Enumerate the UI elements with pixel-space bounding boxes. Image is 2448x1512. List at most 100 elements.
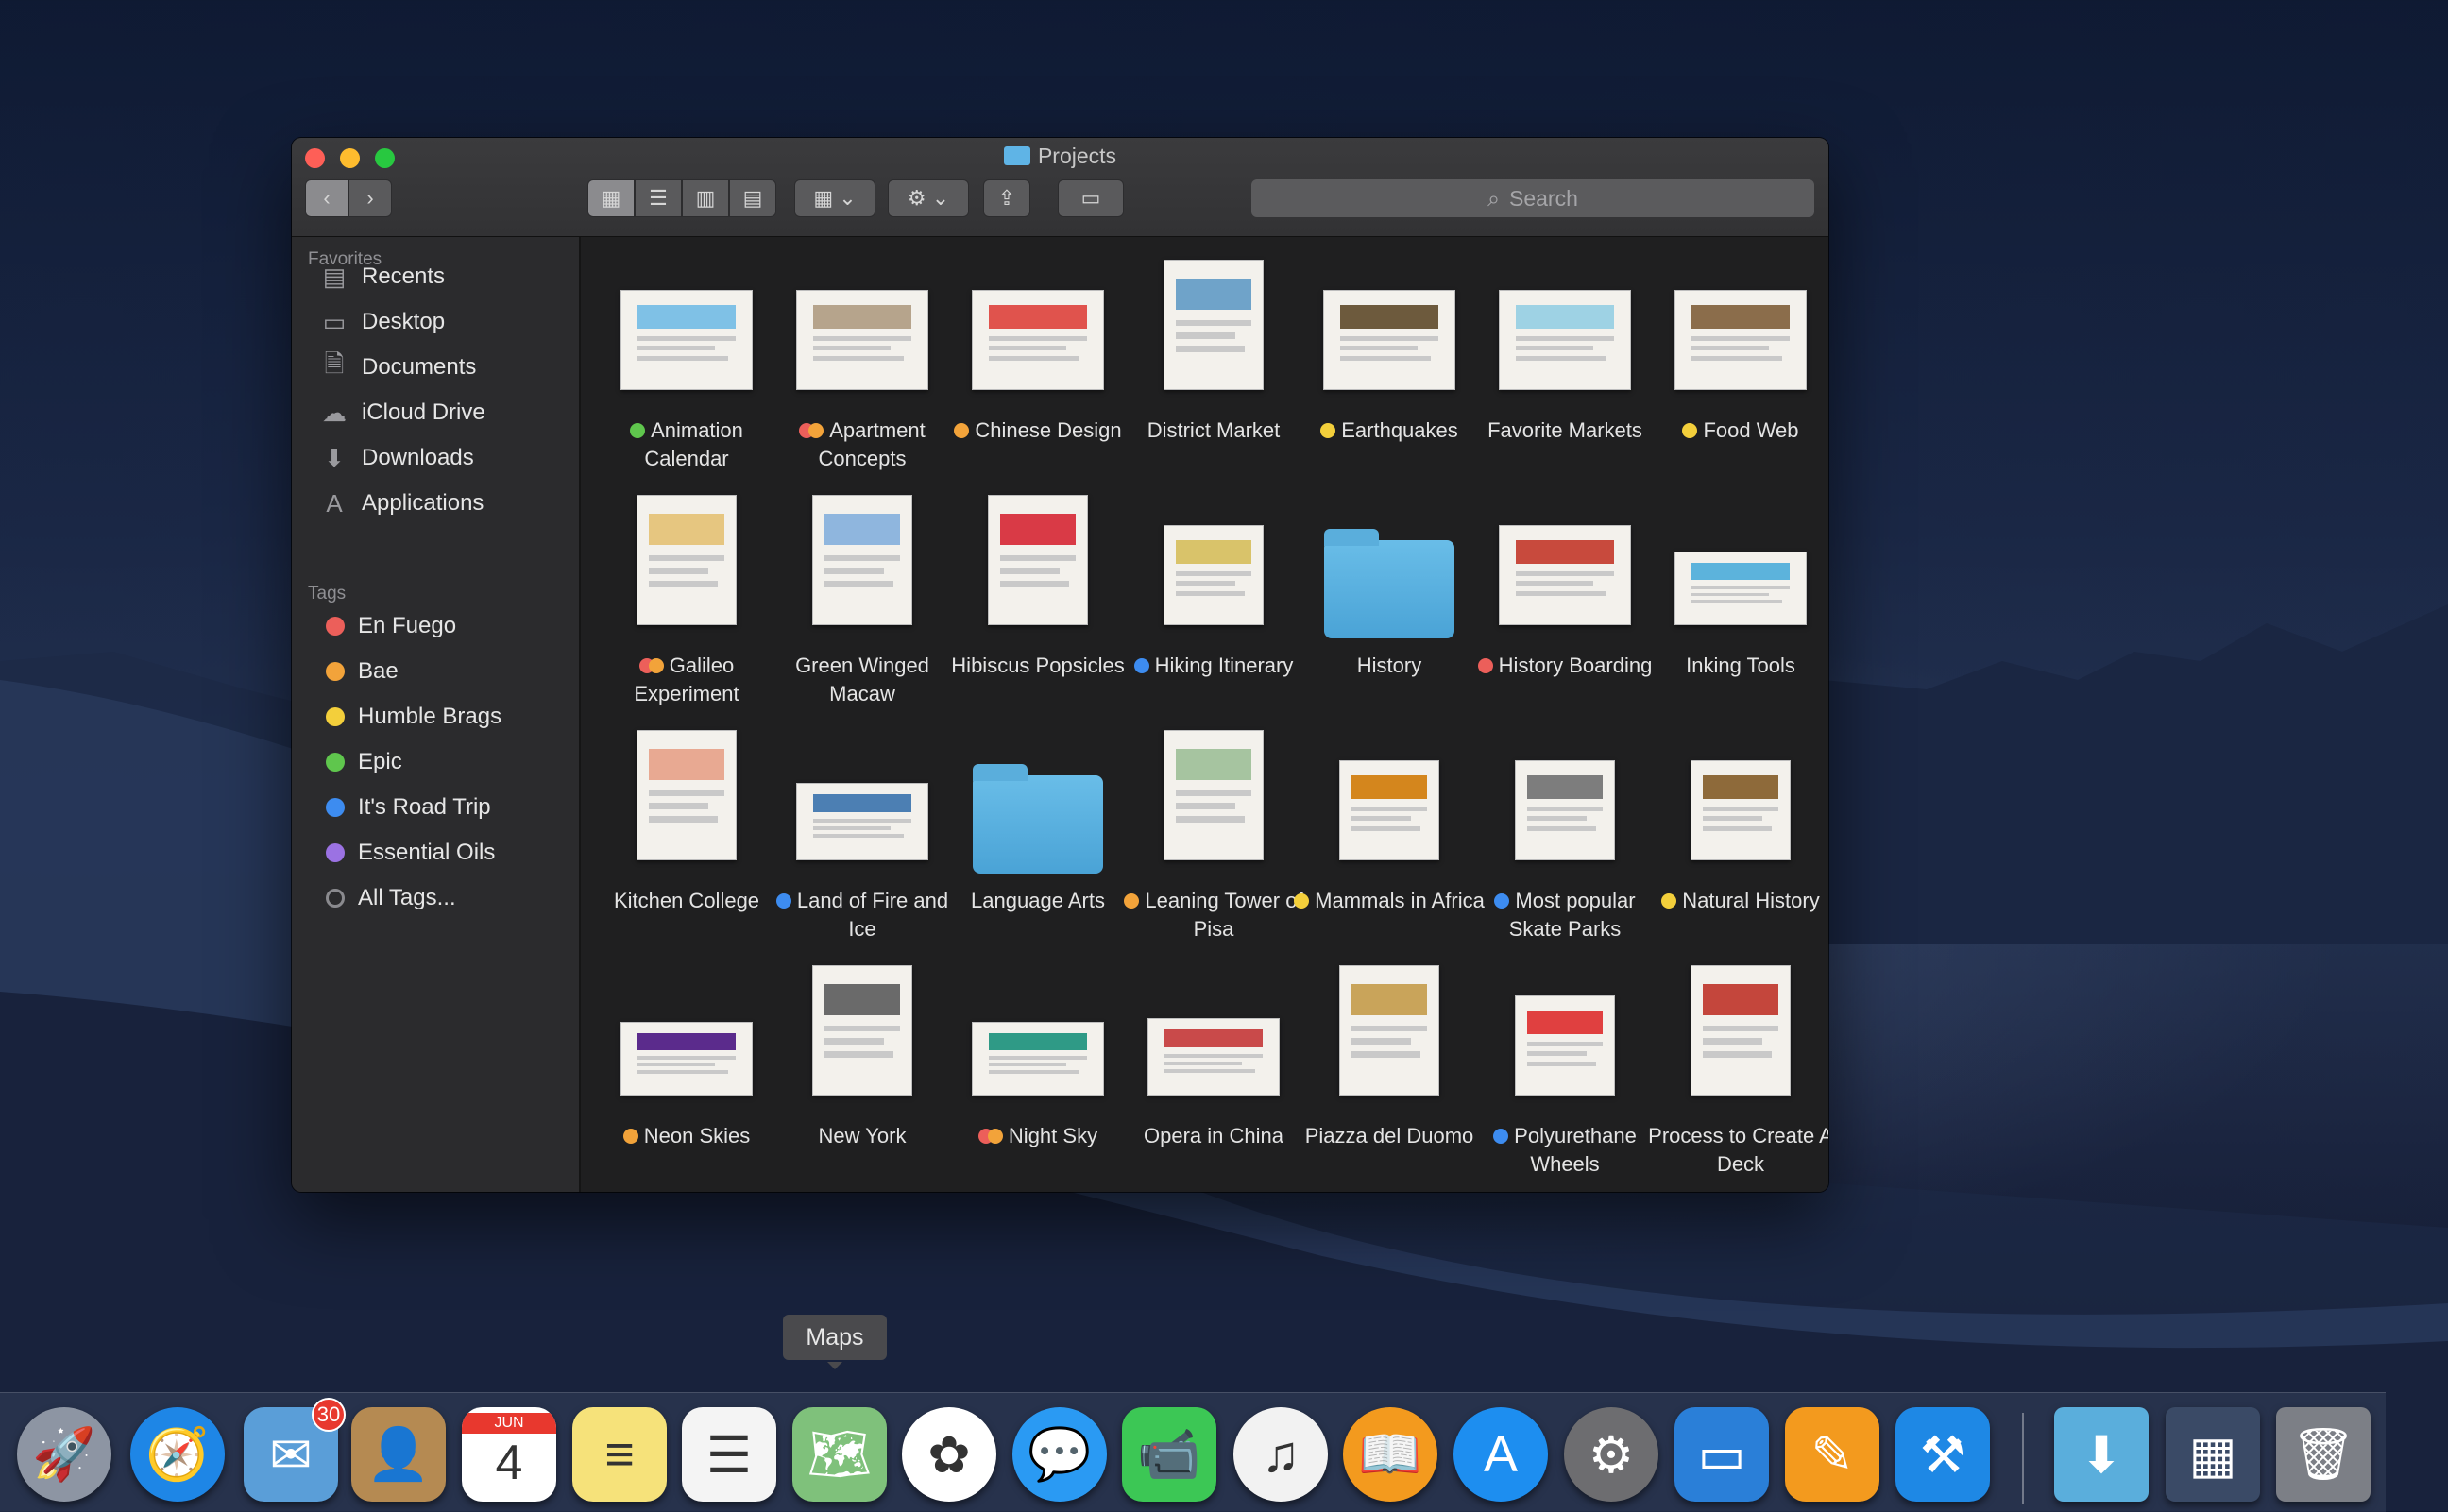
file-item[interactable]: District Market <box>1126 250 1301 477</box>
document-thumbnail-icon <box>1499 290 1631 390</box>
column-view-button[interactable]: ▥ <box>682 179 729 217</box>
gallery-view-button[interactable]: ▤ <box>729 179 776 217</box>
file-item[interactable]: Leaning Tower of Pisa <box>1124 721 1303 947</box>
sidebar-tag-bae[interactable]: Bae <box>326 653 399 690</box>
file-item[interactable]: Green Winged Macaw <box>774 485 950 712</box>
sidebar-tag-epic[interactable]: Epic <box>326 743 402 781</box>
group-by-button[interactable]: ▦ ⌄ <box>794 179 876 217</box>
search-field[interactable]: ⌕ Search <box>1251 179 1814 217</box>
dock-app-trash[interactable]: 🗑 <box>2276 1407 2371 1502</box>
file-item[interactable]: Polyurethane Wheels <box>1477 956 1653 1182</box>
file-item[interactable]: Inking Tools <box>1653 485 1828 712</box>
file-item[interactable]: Apartment Concepts <box>774 250 950 477</box>
file-item[interactable]: Opera in China <box>1126 956 1301 1182</box>
dock-app-photos[interactable]: ✿ <box>902 1407 996 1502</box>
file-item[interactable]: Land of Fire and Ice <box>774 721 950 947</box>
file-item[interactable]: Kitchen College <box>599 721 774 947</box>
dock-app-safari[interactable]: 🧭 <box>130 1407 225 1502</box>
window-title: Projects <box>292 144 1828 169</box>
sidebar-item-icloud-drive[interactable]: ☁ iCloud Drive <box>320 394 485 432</box>
thumbnail-block <box>1703 816 1762 822</box>
thumbnail-block <box>1515 539 1615 564</box>
sidebar-item-label: Desktop <box>362 309 446 334</box>
dock-app-ibooks[interactable]: 📖 <box>1343 1407 1437 1502</box>
file-name-label: Green Winged Macaw <box>763 652 961 708</box>
gear-icon: ⚙ ⌄ <box>907 186 950 210</box>
sidebar-item-recents[interactable]: ▤ Recents <box>320 258 445 296</box>
file-item[interactable]: Process to Create A Deck <box>1648 956 1828 1182</box>
dock-app-calendar[interactable]: 4 JUN <box>462 1407 556 1502</box>
sidebar-item-applications[interactable]: A Applications <box>320 484 484 522</box>
dock-app-keynote[interactable]: ▭ <box>1674 1407 1769 1502</box>
file-item[interactable]: Most popular Skate Parks <box>1477 721 1653 947</box>
dock-app-facetime[interactable]: 📹 <box>1122 1407 1216 1502</box>
dock-app-pages[interactable]: ✎ <box>1785 1407 1879 1502</box>
file-item[interactable]: History Boarding <box>1477 485 1653 712</box>
applications-icon: A <box>326 488 343 518</box>
thumbnail-block <box>1527 806 1603 812</box>
folder-item[interactable]: Language Arts <box>950 721 1126 947</box>
icon-view-button[interactable]: ▦ <box>587 179 635 217</box>
thumbnail-block <box>1176 319 1251 327</box>
dock-app-launchpad[interactable]: 🚀 <box>17 1407 111 1502</box>
thumbnail-block <box>988 346 1067 351</box>
file-item[interactable]: New York <box>774 956 950 1182</box>
document-thumbnail-icon <box>1339 965 1439 1096</box>
dock-app-system-preferences[interactable]: ⚙ <box>1564 1407 1658 1502</box>
dock-app-itunes[interactable]: ♫ <box>1233 1407 1328 1502</box>
file-tag-dot <box>1320 423 1336 438</box>
dock-app-messages[interactable]: 💬 <box>1012 1407 1107 1502</box>
sidebar-tag-en-fuego[interactable]: En Fuego <box>326 607 456 645</box>
back-button[interactable]: ‹ <box>305 179 348 217</box>
sidebar-item-downloads[interactable]: ⬇ Downloads <box>320 439 474 477</box>
file-item[interactable]: Piazza del Duomo <box>1301 956 1477 1182</box>
file-item[interactable]: Hibiscus Popsicles <box>950 485 1126 712</box>
sidebar-tag-humble-brags[interactable]: Humble Brags <box>326 698 502 736</box>
sidebar-item-label: Applications <box>362 490 484 516</box>
search-icon: ⌕ <box>1488 185 1500 211</box>
file-item[interactable]: Animation Calendar <box>599 250 774 477</box>
folder-item[interactable]: History <box>1301 485 1477 712</box>
dock-app-recent-stack[interactable]: ▦ <box>2166 1407 2260 1502</box>
file-tag-dot <box>1493 1129 1509 1144</box>
dock-app-notes[interactable]: ≡ <box>572 1407 667 1502</box>
dock-app-reminders[interactable]: ☰ <box>682 1407 776 1502</box>
file-item[interactable]: Chinese Design <box>950 250 1126 477</box>
dock-app-maps[interactable]: 🗺 <box>792 1407 887 1502</box>
dock-app-xcode[interactable]: ⚒ <box>1896 1407 1990 1502</box>
sidebar-item-documents[interactable]: 🗎 Documents <box>320 348 477 386</box>
dock-app-contacts[interactable]: 👤 <box>351 1407 446 1502</box>
thumbnail-block <box>1176 790 1251 797</box>
downloads-folder-icon: ⬇ <box>2080 1426 2123 1484</box>
sidebar-tag-it-s-road-trip[interactable]: It's Road Trip <box>326 789 491 826</box>
dock-app-downloads-stack[interactable]: ⬇ <box>2054 1407 2149 1502</box>
sidebar-tag-essential-oils[interactable]: Essential Oils <box>326 834 495 872</box>
sidebar-item-desktop[interactable]: ▭ Desktop <box>320 303 445 341</box>
thumbnail-block <box>1352 806 1427 812</box>
list-view-button[interactable]: ☰ <box>635 179 682 217</box>
file-item[interactable]: Galileo Experiment <box>599 485 774 712</box>
thumbnail-block <box>1176 590 1246 596</box>
thumbnail-block <box>649 514 724 545</box>
file-name-label: Neon Skies <box>587 1122 786 1150</box>
file-item[interactable]: Neon Skies <box>599 956 774 1182</box>
file-name-text: Green Winged Macaw <box>795 654 929 705</box>
thumbnail-block <box>1691 592 1770 597</box>
file-item[interactable]: Mammals in Africa <box>1294 721 1485 947</box>
dock-app-app-store[interactable]: A <box>1454 1407 1548 1502</box>
file-item[interactable]: Earthquakes <box>1301 250 1477 477</box>
thumbnail-block <box>812 818 912 823</box>
edit-tags-button[interactable]: ▭ <box>1058 179 1124 217</box>
file-item[interactable]: Food Web <box>1653 250 1828 477</box>
forward-button[interactable]: › <box>348 179 392 217</box>
file-item[interactable]: Natural History <box>1653 721 1828 947</box>
action-button[interactable]: ⚙ ⌄ <box>888 179 969 217</box>
file-name-text: Polyurethane Wheels <box>1514 1124 1637 1176</box>
file-item[interactable]: Night Sky <box>950 956 1126 1182</box>
share-button[interactable]: ⇪ <box>983 179 1030 217</box>
file-item[interactable]: Favorite Markets <box>1477 250 1653 477</box>
file-grid: Animation Calendar Apartment Concepts Chin… <box>581 237 1828 1192</box>
dock-app-mail[interactable]: ✉ 30 <box>244 1398 346 1502</box>
file-item[interactable]: Hiking Itinerary <box>1126 485 1301 712</box>
sidebar-tag-all-tags[interactable]: All Tags... <box>326 879 456 917</box>
